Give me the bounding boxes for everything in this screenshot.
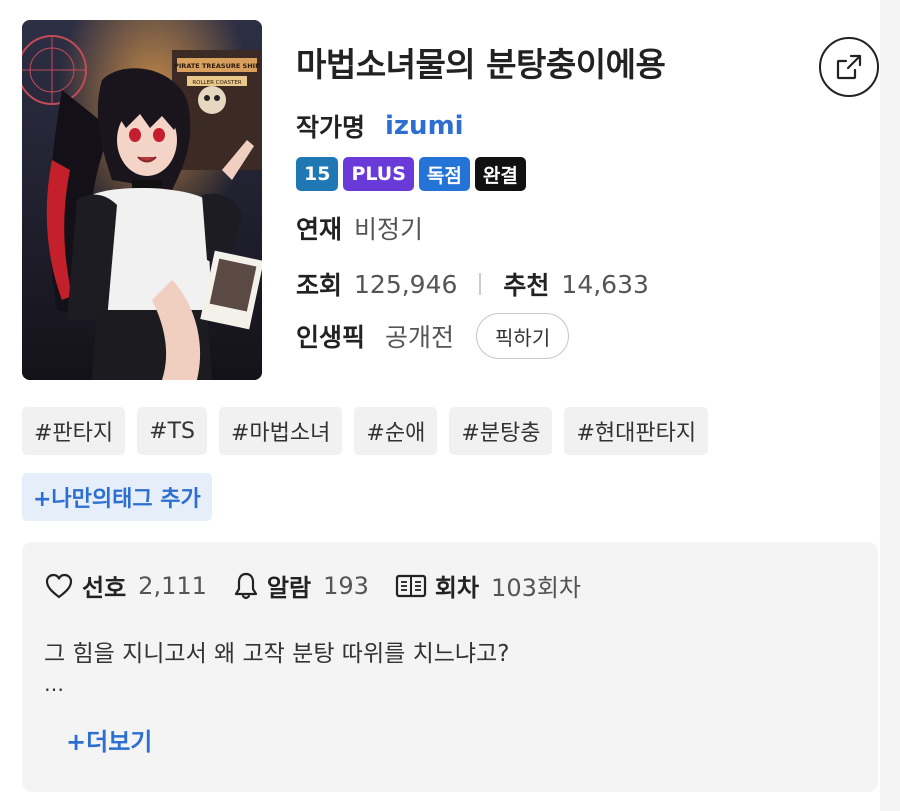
views-value: 125,946 [354,269,458,299]
heart-icon [44,572,74,600]
author-label: 작가명 [296,113,366,142]
share-icon [836,54,862,80]
pick-button[interactable]: 픽하기 [476,313,570,359]
pick-value: 공개전 [385,323,455,352]
tag-chip[interactable]: #분탕충 [449,407,553,455]
author-row: 작가명 izumi [296,108,464,144]
right-edge-strip [880,0,900,811]
info-card: 선호 2,111 알람 193 회차 103회차 그 힘을 지니고서 왜 고작 … [22,542,878,792]
cover-sign-bottom: ROLLER COASTER [192,80,241,86]
tag-chip[interactable]: #현대판타지 [564,407,709,455]
divider [479,273,482,295]
synopsis-text: 그 힘을 지니고서 왜 고작 분탕 따위를 치느냐고? [44,641,510,667]
tag-chip[interactable]: #TS [137,407,207,455]
serial-value: 비정기 [354,215,424,244]
add-my-tag-button[interactable]: +나만의태그 추가 [22,473,212,521]
book-icon [395,573,427,599]
author-link[interactable]: izumi [385,111,464,141]
completed-badge: 완결 [474,157,526,191]
serial-row: 연재 비정기 [296,210,423,246]
episodes-count: 103회차 [491,574,582,602]
episodes-stat[interactable]: 회차 103회차 [395,568,581,603]
like-count: 2,111 [138,571,207,600]
alarm-stat[interactable]: 알람 193 [233,568,369,603]
tag-chip[interactable]: #판타지 [22,407,126,455]
pick-label: 인생픽 [296,323,366,352]
badge-row: 15 PLUS 독점 완결 [296,157,526,191]
cover-image[interactable]: PIRATE TREASURE SHIP ROLLER COASTER [22,20,262,380]
cover-sign-top: PIRATE TREASURE SHIP [174,62,260,70]
pick-row: 인생픽 공개전 픽하기 [296,313,570,359]
tag-chip[interactable]: #마법소녀 [219,407,343,455]
more-button[interactable]: +더보기 [66,722,152,757]
like-label: 선호 [82,574,127,602]
exclusive-badge: 독점 [418,157,470,191]
alarm-label: 알람 [266,574,312,602]
like-stat[interactable]: 선호 2,111 [44,568,207,603]
views-row: 조회 125,946 추천 14,633 [296,266,649,302]
tag-list: #판타지 #TS #마법소녀 #순애 #분탕충 #현대판타지 [22,407,709,455]
views-label: 조회 [296,271,343,300]
cover-illustration: PIRATE TREASURE SHIP ROLLER COASTER [22,20,262,380]
synopsis-ellipsis: … [44,672,64,696]
age-rating-badge: 15 [296,157,339,191]
tag-chip[interactable]: #순애 [354,407,438,455]
plus-badge: PLUS [343,157,414,191]
episodes-label: 회차 [434,574,480,602]
alarm-count: 193 [323,571,369,600]
work-title: 마법소녀물의 분탕충이에용 [296,45,666,84]
share-button[interactable] [819,37,879,97]
recommend-label: 추천 [503,271,550,300]
recommend-value: 14,633 [561,269,649,299]
serial-label: 연재 [296,215,343,244]
bell-icon [233,571,259,601]
stats-row: 선호 2,111 알람 193 회차 103회차 [44,568,607,603]
